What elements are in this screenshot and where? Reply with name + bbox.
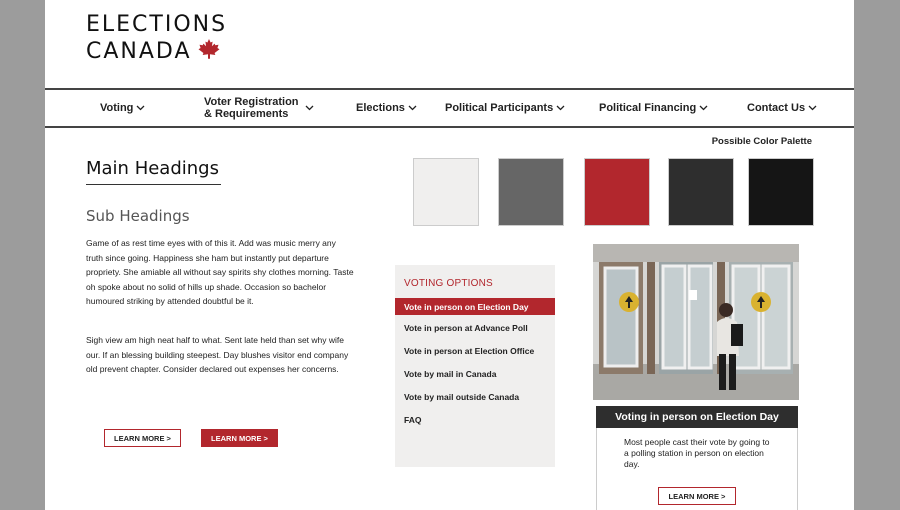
nav-item-voter-registration[interactable]: Voter Registration & Requirements — [204, 90, 314, 126]
voting-options-title: VOTING OPTIONS — [404, 278, 493, 289]
vote-option-faq[interactable]: FAQ — [404, 415, 421, 425]
color-swatch-black — [748, 158, 814, 226]
nav-label-line-1: Voter Registration — [204, 96, 299, 108]
elections-canada-logo[interactable]: ELECTIONS CANADA — [86, 11, 227, 66]
maple-leaf-icon — [198, 38, 220, 66]
card-text: Most people cast their vote by going to … — [624, 437, 770, 469]
nav-item-political-financing[interactable]: Political Financing — [599, 90, 708, 126]
nav-label: Voter Registration & Requirements — [204, 96, 299, 120]
main-navigation: Voting Voter Registration & Requirements… — [45, 88, 854, 128]
nav-label: Contact Us — [747, 102, 806, 114]
color-swatch-charcoal — [668, 158, 734, 226]
chevron-down-icon — [408, 102, 417, 114]
vote-option-advance-poll[interactable]: Vote in person at Advance Poll — [404, 323, 528, 333]
vote-option-election-day[interactable]: Vote in person on Election Day — [395, 298, 555, 315]
voting-options-panel: VOTING OPTIONS Vote in person on Electio… — [395, 265, 555, 467]
learn-more-filled-button[interactable]: LEARN MORE > — [201, 429, 278, 447]
card-learn-more-button[interactable]: LEARN MORE > — [658, 487, 736, 505]
card-title: Voting in person on Election Day — [596, 406, 798, 428]
color-swatch-gray — [498, 158, 564, 226]
palette-label: Possible Color Palette — [711, 136, 812, 147]
chevron-down-icon — [136, 102, 145, 114]
nav-item-contact-us[interactable]: Contact Us — [747, 90, 817, 126]
vote-option-election-office[interactable]: Vote in person at Election Office — [404, 346, 534, 356]
logo-line-2-text: CANADA — [86, 39, 192, 64]
body-paragraph-1: Game of as rest time eyes with of this i… — [86, 238, 354, 307]
logo-line-2: CANADA — [86, 38, 227, 66]
nav-label: Voting — [100, 102, 134, 114]
color-swatch-red — [584, 158, 650, 226]
nav-label: Elections — [356, 102, 405, 114]
sub-heading: Sub Headings — [86, 207, 190, 225]
body-paragraph-2: Sigh view am high neat half to what. Sen… — [86, 335, 349, 375]
chevron-down-icon — [699, 102, 708, 114]
polling-station-photo — [593, 244, 799, 400]
logo-line-1: ELECTIONS — [86, 12, 228, 37]
nav-label: Political Financing — [599, 102, 697, 114]
nav-label: Political Participants — [445, 102, 554, 114]
vote-option-mail-canada[interactable]: Vote by mail in Canada — [404, 369, 496, 379]
chevron-down-icon — [556, 102, 565, 114]
page: ELECTIONS CANADA Voting Voter Registrati… — [45, 0, 854, 510]
main-heading: Main Headings — [86, 158, 221, 185]
nav-item-political-participants[interactable]: Political Participants — [445, 90, 565, 126]
color-swatch-light — [413, 158, 479, 226]
nav-label-line-2: & Requirements — [204, 108, 289, 120]
chevron-down-icon — [808, 102, 817, 114]
learn-more-outline-button[interactable]: LEARN MORE > — [104, 429, 181, 447]
nav-item-voting[interactable]: Voting — [100, 90, 145, 126]
vote-option-mail-outside[interactable]: Vote by mail outside Canada — [404, 392, 519, 402]
nav-item-elections[interactable]: Elections — [356, 90, 417, 126]
chevron-down-icon — [305, 102, 314, 114]
card-body: Most people cast their vote by going to … — [596, 428, 798, 510]
